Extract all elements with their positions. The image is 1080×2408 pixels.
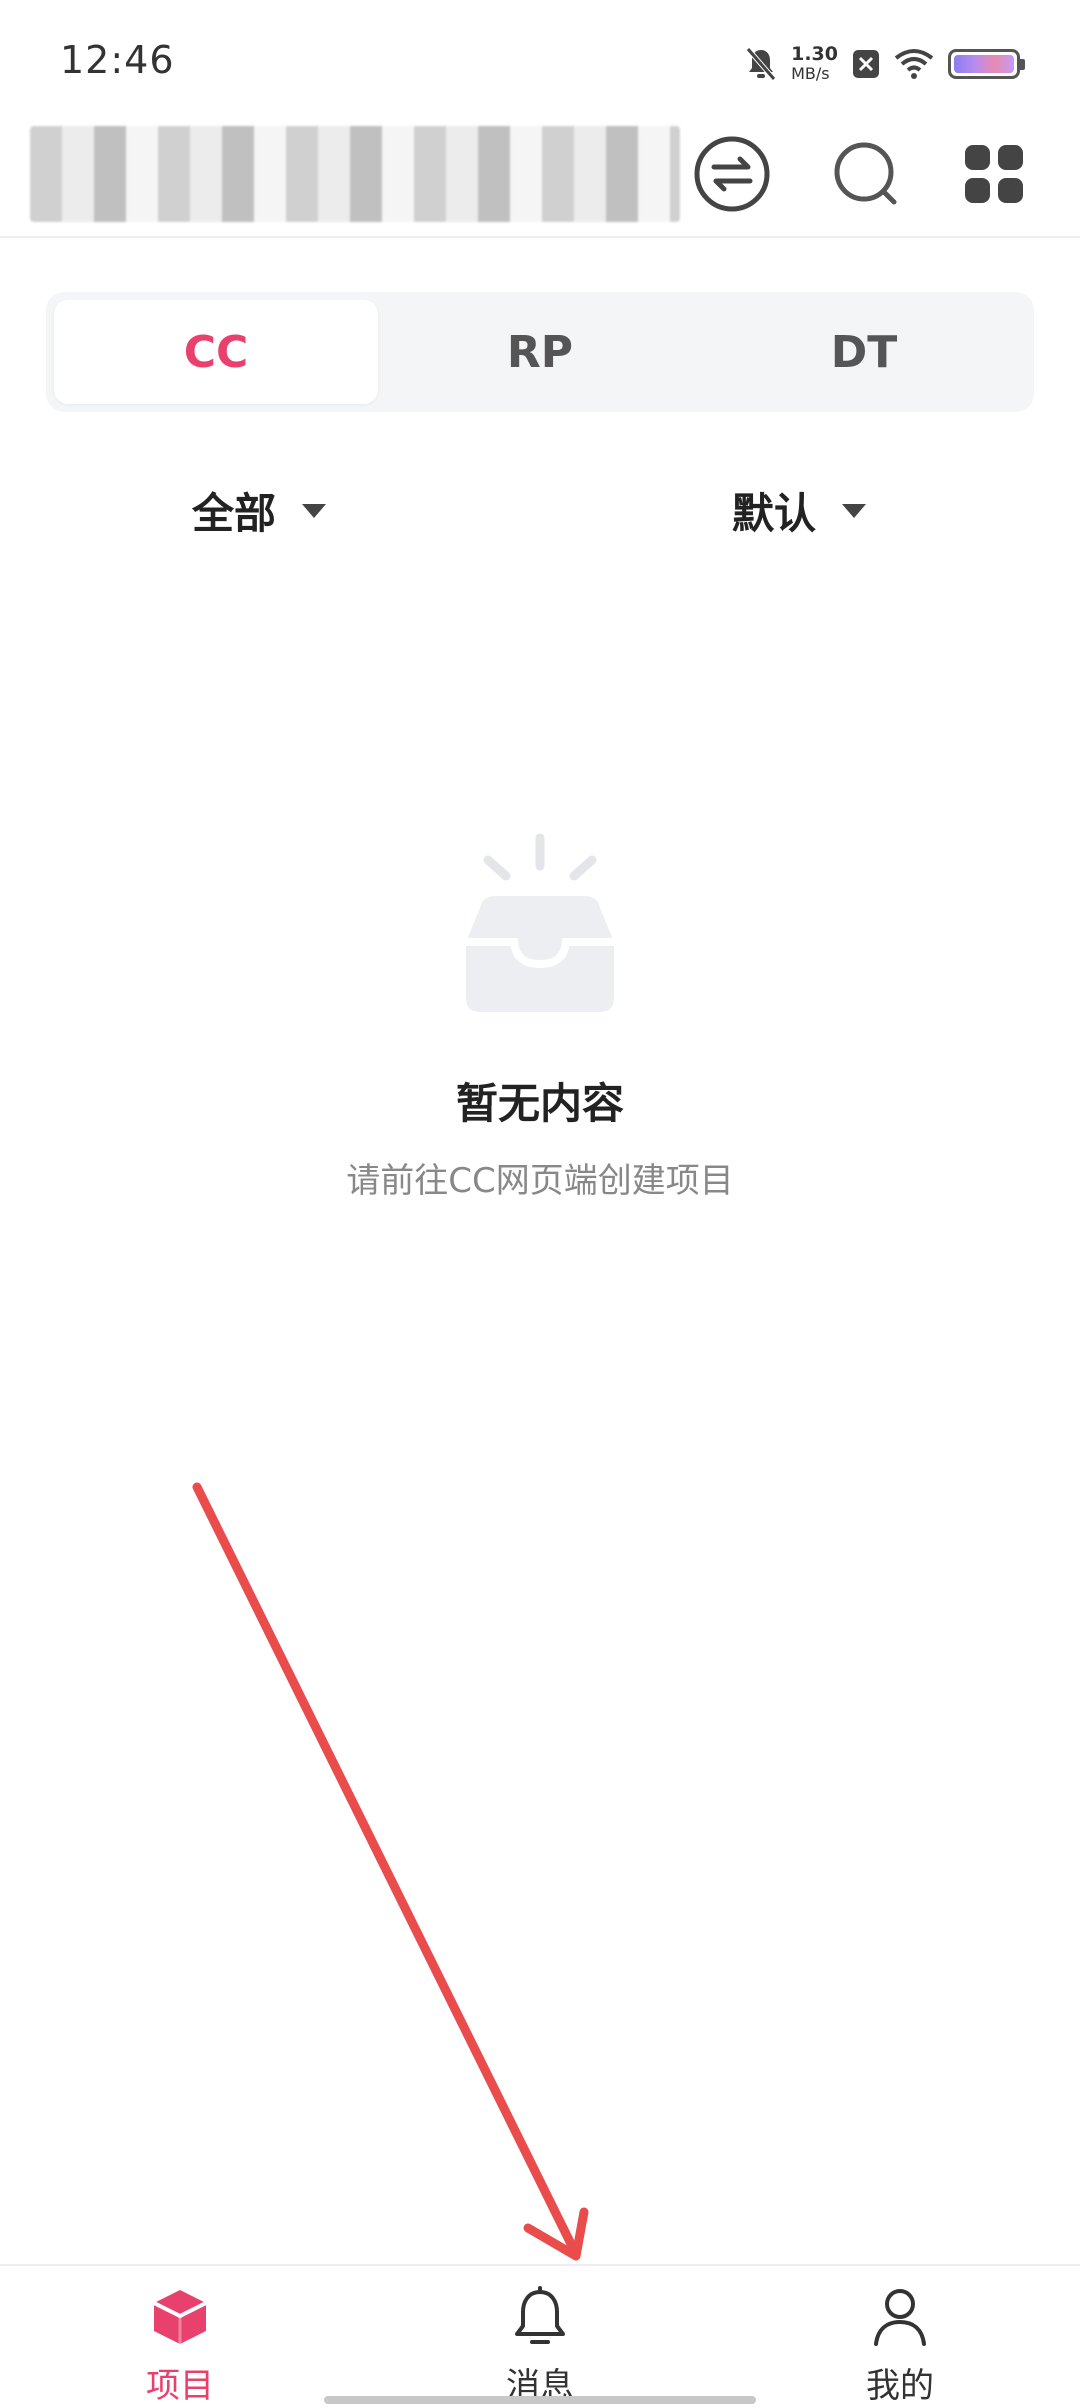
- switch-button[interactable]: [690, 132, 774, 216]
- nav-item-messages[interactable]: 消息: [360, 2266, 720, 2408]
- tab-cc[interactable]: CC: [54, 300, 378, 404]
- nav-item-mine[interactable]: 我的: [720, 2266, 1080, 2408]
- sort-filter-label: 默认: [732, 489, 817, 538]
- nav-label-mine: 我的: [866, 2366, 934, 2406]
- project-type-tabs: CC RP DT: [46, 292, 1034, 412]
- scope-filter-dropdown[interactable]: 全部: [192, 480, 327, 541]
- empty-title: 暂无内容: [455, 1079, 624, 1128]
- wifi-icon: [894, 49, 934, 79]
- scope-filter-label: 全部: [192, 489, 277, 538]
- tab-dt[interactable]: DT: [702, 300, 1026, 404]
- project-cube-icon: [153, 2290, 207, 2344]
- apps-grid-icon: [965, 145, 1023, 203]
- empty-description: 请前往CC网页端创建项目: [346, 1161, 734, 1201]
- app-screen: 12:46 1.30 MB/s CC RP DT 全部 默认 暂无内容 请前往C…: [0, 0, 1080, 2408]
- status-time: 12:46: [60, 38, 175, 82]
- nav-item-projects[interactable]: 项目: [0, 2266, 360, 2408]
- pixelated-title-area: [30, 126, 680, 222]
- tab-rp[interactable]: RP: [378, 300, 702, 404]
- battery-icon: [948, 49, 1025, 79]
- top-header: [0, 120, 1080, 238]
- home-indicator[interactable]: [324, 2396, 756, 2404]
- apps-grid-button[interactable]: [952, 132, 1036, 216]
- status-icons: 1.30 MB/s: [745, 38, 1025, 90]
- nav-label-projects: 项目: [146, 2366, 214, 2406]
- status-bar: 12:46 1.30 MB/s: [0, 0, 1080, 120]
- bottom-navigation: 项目 消息 我的: [0, 2264, 1080, 2408]
- sort-filter-dropdown[interactable]: 默认: [732, 480, 867, 541]
- search-button[interactable]: [824, 132, 908, 216]
- empty-state: 暂无内容 请前往CC网页端创建项目: [0, 830, 1080, 1202]
- search-icon: [834, 142, 897, 205]
- caret-down-icon: [842, 503, 867, 518]
- net-speed-unit: MB/s: [791, 64, 830, 83]
- switch-icon: [694, 136, 770, 212]
- net-speed-value: 1.30: [791, 43, 838, 65]
- battery-fill: [954, 55, 1014, 73]
- bell-icon: [515, 2286, 565, 2344]
- filter-bar: 全部 默认: [0, 480, 1080, 550]
- caret-down-icon: [302, 503, 327, 518]
- bell-muted-icon: [746, 47, 776, 81]
- close-box-icon: [853, 50, 879, 78]
- empty-inbox-icon: [466, 833, 614, 1012]
- person-icon: [874, 2289, 926, 2346]
- net-speed: 1.30 MB/s: [791, 44, 838, 84]
